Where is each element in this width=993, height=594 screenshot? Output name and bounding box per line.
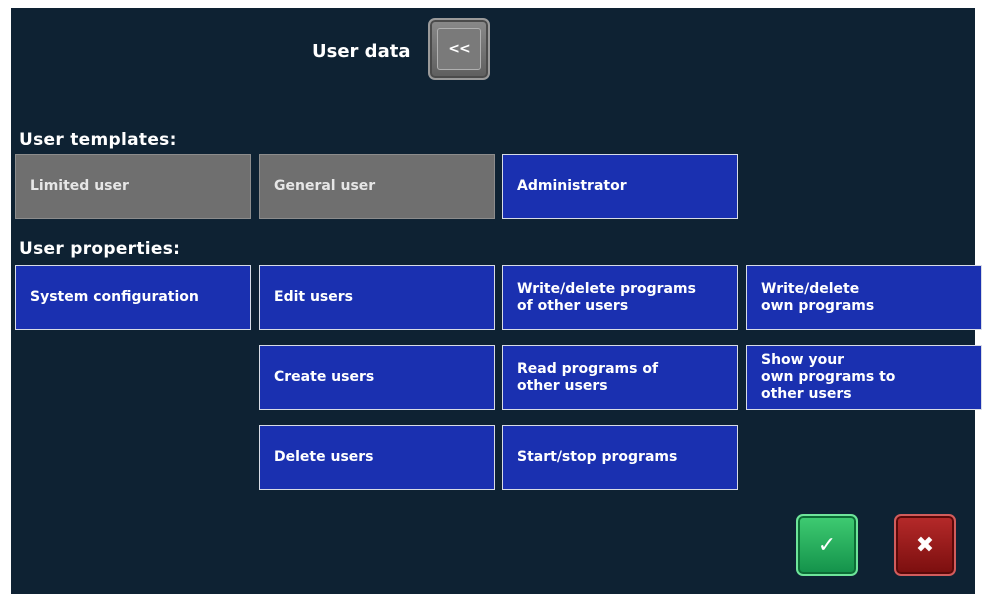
template-general-user[interactable]: General user [259,154,495,219]
property-show-own-programs[interactable]: Show your own programs to other users [746,345,982,410]
property-read-other-programs[interactable]: Read programs of other users [502,345,738,410]
property-write-delete-other-programs[interactable]: Write/delete programs of other users [502,265,738,330]
cancel-button[interactable]: ✖ [894,514,956,576]
property-start-stop-programs[interactable]: Start/stop programs [502,425,738,490]
back-button[interactable]: << [428,18,490,80]
property-system-configuration[interactable]: System configuration [15,265,251,330]
property-create-users[interactable]: Create users [259,345,495,410]
template-administrator[interactable]: Administrator [502,154,738,219]
page-title: User data [312,41,411,62]
user-templates-label: User templates: [19,130,177,150]
property-delete-users[interactable]: Delete users [259,425,495,490]
template-limited-user[interactable]: Limited user [15,154,251,219]
user-data-screen: User data << User templates: Limited use… [11,8,982,594]
confirm-button[interactable]: ✓ [796,514,858,576]
checkmark-icon: ✓ [817,532,837,558]
property-write-delete-own-programs[interactable]: Write/delete own programs [746,265,982,330]
back-icon: << [437,28,481,70]
close-icon: ✖ [915,532,935,558]
user-properties-label: User properties: [19,239,181,259]
property-edit-users[interactable]: Edit users [259,265,495,330]
